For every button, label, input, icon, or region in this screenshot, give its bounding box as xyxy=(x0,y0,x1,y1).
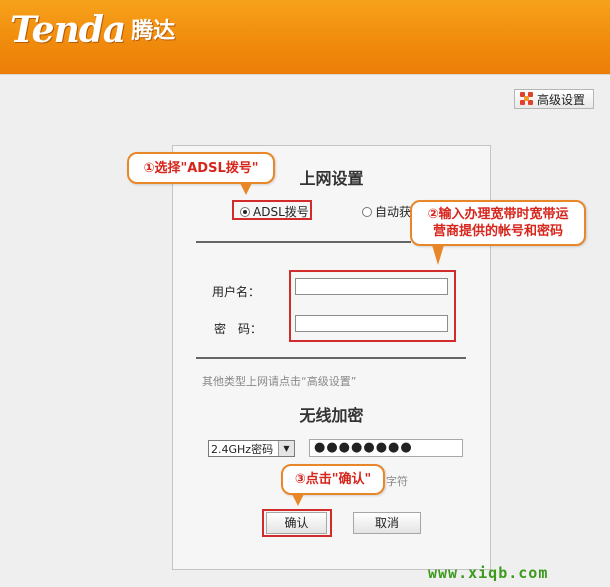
callout-step-2-line1: ②输入办理宽带时宽带运 xyxy=(427,207,569,222)
wifi-band-selected: 2.4GHz密码 xyxy=(211,442,274,456)
tenda-logo: Tenda xyxy=(10,9,126,51)
username-label: 用户名： xyxy=(212,285,261,299)
watermark: www.xiqb.com xyxy=(428,564,549,582)
callout-step-1-pointer xyxy=(240,183,252,195)
divider-middle xyxy=(196,357,466,359)
brand: Tenda 腾达 xyxy=(10,10,175,50)
callout-step-2: ②输入办理宽带时宽带运 营商提供的帐号和密码 xyxy=(410,200,586,246)
wifi-password-input[interactable]: ●●●●●●●● xyxy=(309,439,463,457)
brand-chinese-name: 腾达 xyxy=(131,19,176,44)
header-bar: Tenda 腾达 xyxy=(0,0,610,75)
divider-top xyxy=(196,241,411,243)
settings-grid-icon xyxy=(520,92,534,106)
advanced-settings-label: 高级设置 xyxy=(537,92,586,107)
cancel-button[interactable]: 取消 xyxy=(353,512,421,534)
chevron-down-icon[interactable]: ▼ xyxy=(278,441,294,456)
radio-auto-label: 自动获 xyxy=(375,205,412,219)
callout-step-2-line2: 营商提供的帐号和密码 xyxy=(432,224,563,239)
highlight-adsl xyxy=(232,200,312,220)
password-label: 密 码： xyxy=(214,322,263,336)
callout-step-1: ①选择"ADSL拨号" xyxy=(127,152,275,184)
highlight-credentials xyxy=(289,270,456,342)
wireless-encryption-title: 无线加密 xyxy=(299,406,364,425)
advanced-settings-button[interactable]: 高级设置 xyxy=(514,89,594,109)
other-types-note: 其他类型上网请点击“高级设置” xyxy=(202,375,357,388)
callout-step-3: ③点击"确认" xyxy=(281,464,385,495)
callout-step-3-pointer xyxy=(292,494,304,506)
callout-step-2-pointer xyxy=(432,245,444,265)
radio-auto[interactable]: 自动获 xyxy=(362,203,411,220)
radio-auto-indicator[interactable] xyxy=(362,206,372,217)
wifi-band-select[interactable]: 2.4GHz密码 ▼ xyxy=(208,440,295,457)
highlight-confirm xyxy=(262,509,332,537)
wifi-password-hint: 字符 xyxy=(386,475,408,488)
